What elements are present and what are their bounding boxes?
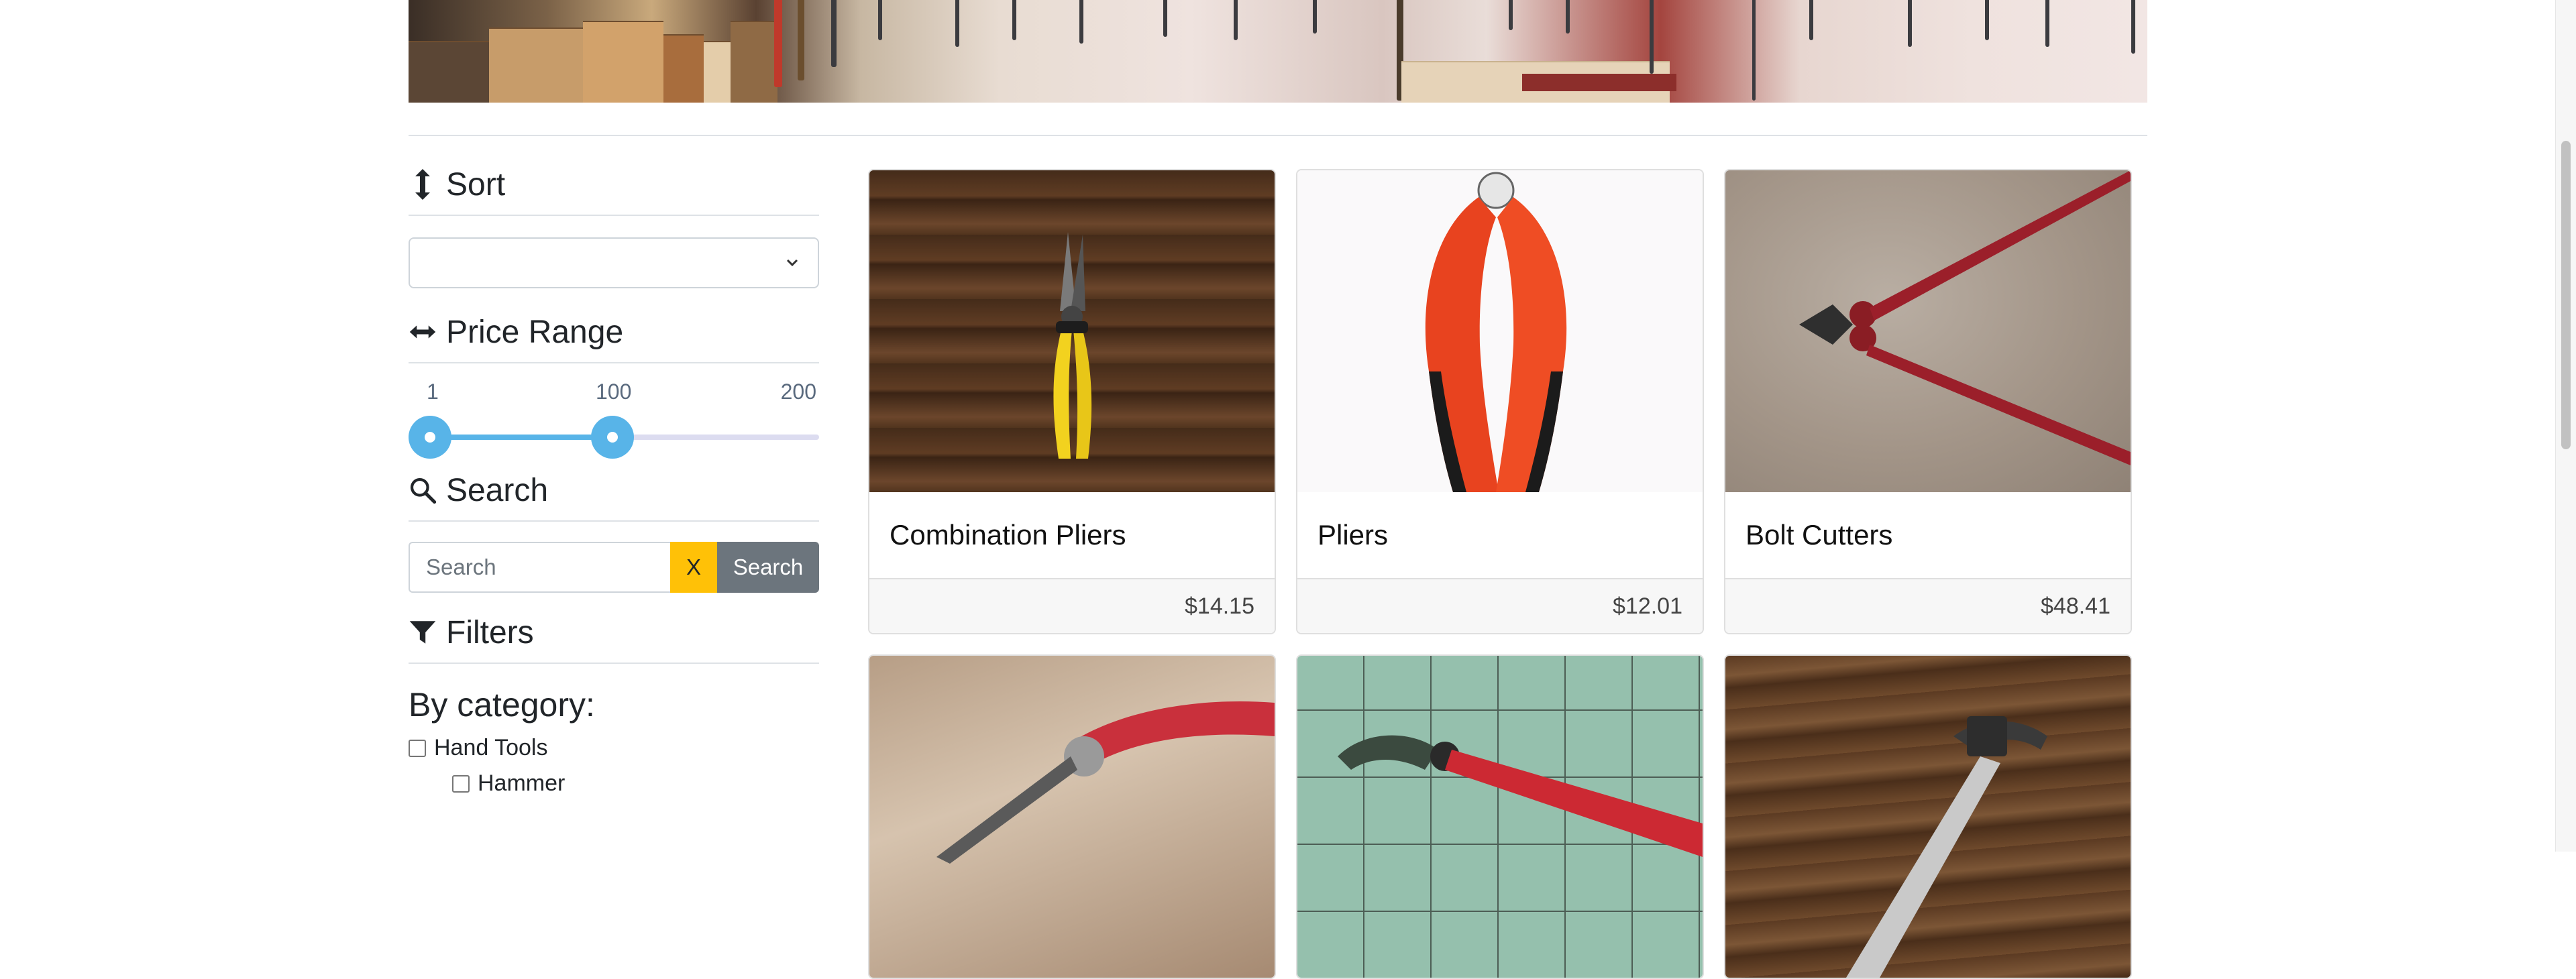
by-category-label: By category: [409,686,595,724]
product-card[interactable] [868,654,1276,979]
slider-max-handle[interactable] [591,416,634,459]
product-card[interactable] [1724,654,2132,979]
sort-arrows-icon [409,168,437,201]
category-hammer[interactable]: Hammer [452,770,819,797]
product-title[interactable]: Combination Pliers [869,492,1275,579]
product-image-combination-pliers [869,170,1275,492]
scrollbar-thumb[interactable] [2561,141,2571,449]
product-image-water-pump-pliers [1297,656,1703,978]
sidebar: Sort Price Range 1 100 200 Search Search… [409,154,819,797]
product-image-bolt-cutters [1725,170,2131,492]
divider [409,215,819,216]
divider [409,362,819,363]
funnel-icon [409,616,437,649]
category-label: Hammer [478,770,566,796]
hero-banner-image [409,0,2147,103]
horizontal-arrows-icon [409,315,437,349]
search-input[interactable]: Search [409,542,670,593]
product-image-hammer [1725,656,2131,978]
category-label: Hand Tools [434,735,548,760]
product-image-pliers [1297,170,1703,492]
range-max-label: 200 [780,380,816,404]
category-hand-tools[interactable]: Hand Tools [409,735,819,761]
filters-title: Filters [446,614,534,650]
filters-header: Filters [409,602,819,663]
search-icon [409,473,437,507]
search-button[interactable]: Search [717,542,819,593]
divider [409,520,819,522]
chevron-down-icon [784,254,800,274]
product-image-needle-nose-pliers [869,656,1275,978]
product-title[interactable]: Pliers [1297,492,1703,579]
product-title[interactable]: Bolt Cutters [1725,492,2131,579]
price-range-slider[interactable] [409,413,819,460]
price-range-title: Price Range [446,314,624,350]
product-card[interactable] [1296,654,1704,979]
search-bar: Search X Search [409,542,819,593]
checkbox[interactable] [452,774,470,793]
range-min-label: 1 [427,380,439,404]
divider [409,663,819,664]
price-range-header: Price Range [409,302,819,362]
price-range-labels: 1 100 200 [409,380,819,413]
sort-header: Sort [409,154,819,215]
slider-min-handle[interactable] [409,416,451,459]
product-card[interactable]: Combination Pliers $14.15 [868,169,1276,634]
search-header: Search [409,460,819,520]
search-title: Search [446,472,549,508]
checkbox[interactable] [409,739,426,757]
slider-selected-range [430,435,612,440]
clear-search-button[interactable]: X [670,542,717,593]
product-price: $12.01 [1297,579,1703,633]
range-mid-label: 100 [596,380,632,404]
product-price: $14.15 [869,579,1275,633]
product-card[interactable]: Pliers $12.01 [1296,169,1704,634]
sort-select[interactable] [409,237,819,288]
product-price: $48.41 [1725,579,2131,633]
header-divider [409,135,2147,136]
sort-title: Sort [446,166,506,203]
product-card[interactable]: Bolt Cutters $48.41 [1724,169,2132,634]
page-scrollbar[interactable] [2555,0,2576,852]
